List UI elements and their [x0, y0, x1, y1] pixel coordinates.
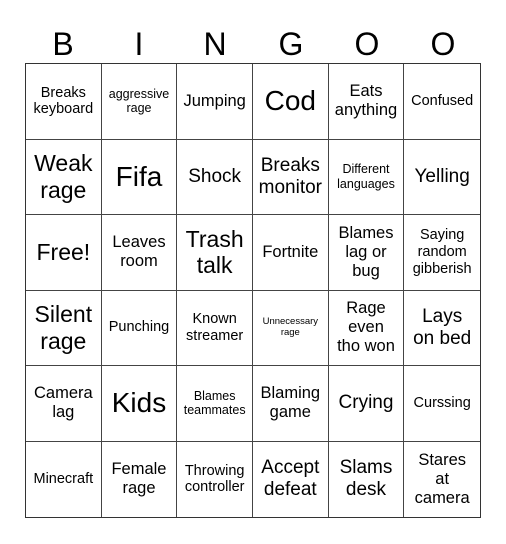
bingo-cell[interactable]: Slams desk: [329, 441, 405, 517]
bingo-cell[interactable]: Saying random gibberish: [404, 215, 480, 291]
header-letter: O: [430, 26, 456, 62]
bingo-cell-text: Confused: [411, 92, 474, 109]
bingo-cell-text: Rage even tho won: [337, 299, 395, 356]
bingo-cell-text: Silent rage: [34, 301, 93, 354]
bingo-cell[interactable]: Stares at camera: [404, 442, 480, 518]
bingo-cell-text: Trash talk: [185, 225, 244, 279]
header-letter: G: [278, 26, 304, 62]
bingo-cell-text: Stares at camera: [414, 450, 470, 507]
bingo-cell-text: Throwing controller: [184, 462, 245, 496]
bingo-cell[interactable]: Eats anything: [328, 64, 405, 140]
bingo-cell-text: Saying random gibberish: [412, 227, 472, 277]
bingo-cell[interactable]: Breaks monitor: [252, 139, 329, 215]
bingo-cell[interactable]: Free!: [26, 215, 102, 291]
bingo-cell[interactable]: Yelling: [404, 140, 480, 215]
bingo-cell[interactable]: aggressive rage: [101, 64, 178, 140]
bingo-cell[interactable]: Leaves room: [101, 215, 178, 291]
bingo-cell[interactable]: Kids: [101, 366, 178, 442]
bingo-cell[interactable]: Blames lag or bug: [328, 215, 405, 291]
bingo-cell[interactable]: Cod: [252, 64, 329, 140]
header-letter: I: [134, 26, 144, 62]
bingo-cell-text: Shock: [188, 165, 242, 187]
bingo-cell[interactable]: Throwing controller: [177, 441, 253, 517]
bingo-cell-text: Known streamer: [186, 311, 244, 344]
bingo-cell[interactable]: Jumping: [177, 64, 253, 140]
bingo-cell-text: Breaks monitor: [258, 154, 322, 198]
bingo-cell[interactable]: Known streamer: [177, 290, 253, 366]
bingo-cell-text: Free!: [36, 239, 91, 266]
bingo-cell[interactable]: Rage even tho won: [328, 290, 405, 366]
bingo-cell-text: Breaks keyboard: [33, 84, 94, 118]
bingo-cell[interactable]: Camera lag: [26, 366, 102, 442]
bingo-cell[interactable]: Breaks keyboard: [26, 64, 102, 140]
bingo-cell-text: Lays on bed: [413, 305, 472, 349]
bingo-cell-text: aggressive rage: [108, 86, 170, 116]
header-letter: O: [354, 26, 380, 62]
bingo-card-grid: Breaks keyboard aggressive rage Jumping Cod…: [25, 63, 481, 518]
bingo-cell-text: Jumping: [183, 91, 246, 110]
bingo-cell-text: Cod: [264, 85, 316, 117]
header-letter: B: [52, 26, 74, 62]
bingo-cell[interactable]: Different languages: [328, 139, 405, 215]
bingo-cell-text: Minecraft: [33, 470, 94, 487]
bingo-cell-text: Fifa: [115, 160, 163, 192]
bingo-cell-text: Blames lag or bug: [338, 223, 394, 280]
bingo-cell-text: Unnecessary rage: [262, 315, 319, 338]
bingo-cell-text: Female rage: [111, 460, 167, 498]
bingo-cell[interactable]: Curssing: [404, 366, 480, 442]
bingo-cell-text: Crying: [338, 392, 394, 414]
bingo-cell-text: Blaming game: [260, 384, 321, 422]
bingo-cell-text: Camera lag: [33, 384, 93, 422]
bingo-cell-text: Weak rage: [34, 150, 93, 203]
bingo-cell-text: Different languages: [337, 162, 395, 191]
bingo-cell-text: Blames teammates: [183, 388, 246, 418]
bingo-cell-text: Fortnite: [262, 242, 319, 261]
bingo-cell-text: Accept defeat: [261, 457, 320, 501]
bingo-header: B I N G O O: [25, 24, 481, 64]
bingo-cell[interactable]: Blames teammates: [177, 366, 253, 442]
bingo-cell[interactable]: Crying: [328, 366, 405, 442]
bingo-cell-text: Leaves room: [112, 233, 166, 271]
bingo-cell[interactable]: Unnecessary rage: [252, 290, 329, 366]
bingo-cell-text: Curssing: [413, 394, 471, 411]
bingo-cell[interactable]: Shock: [177, 139, 253, 215]
bingo-cell-text: Kids: [111, 387, 167, 419]
bingo-cell[interactable]: Silent rage: [26, 290, 102, 366]
bingo-cell[interactable]: Fortnite: [252, 215, 329, 291]
bingo-cell-text: Eats anything: [334, 82, 398, 120]
header-letter: N: [203, 26, 227, 62]
bingo-cell-text: Yelling: [414, 165, 470, 187]
bingo-cell[interactable]: Female rage: [102, 441, 178, 517]
bingo-cell-text: Slams desk: [339, 457, 393, 501]
bingo-cell[interactable]: Minecraft: [26, 441, 102, 517]
bingo-cell[interactable]: Lays on bed: [404, 291, 480, 366]
bingo-cell[interactable]: Confused: [404, 64, 480, 140]
bingo-cell[interactable]: Trash talk: [177, 215, 253, 291]
bingo-cell[interactable]: Punching: [101, 290, 178, 366]
bingo-cell[interactable]: Fifa: [101, 139, 178, 215]
bingo-cell[interactable]: Blaming game: [252, 366, 329, 442]
bingo-cell[interactable]: Accept defeat: [253, 441, 329, 517]
bingo-cell[interactable]: Weak rage: [26, 139, 102, 215]
bingo-cell-text: Punching: [108, 319, 170, 336]
